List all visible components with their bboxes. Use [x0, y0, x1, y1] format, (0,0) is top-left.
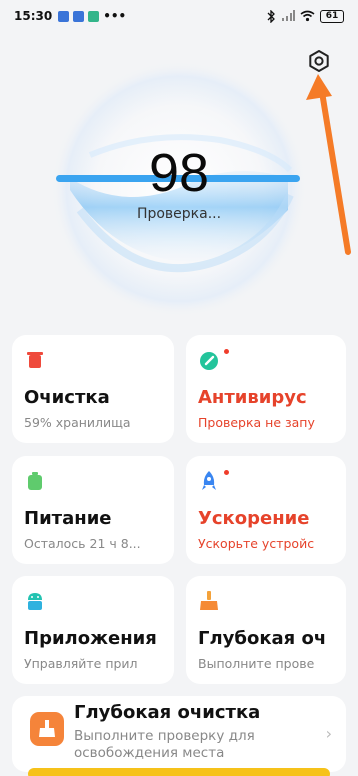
antivirus-card[interactable]: Антивирус Проверка не запу: [186, 335, 346, 443]
card-subtitle: Управляйте прил: [24, 656, 138, 671]
bluetooth-icon: [267, 9, 275, 23]
battery-icon: 61: [320, 9, 344, 23]
antivirus-icon: [200, 352, 218, 370]
alert-dot: [224, 349, 229, 354]
card-title: Ускорение: [198, 508, 310, 529]
card-subtitle: 59% хранилища: [24, 415, 131, 430]
wifi-icon: [300, 10, 315, 22]
deep-clean-card[interactable]: Глубокая оч Выполните прове: [186, 576, 346, 684]
card-title: Приложения: [24, 628, 157, 649]
status-bar: 15:30 ••• 61: [0, 0, 358, 32]
notification-app-icon: [58, 10, 70, 22]
deep-clean-banner[interactable]: Глубокая очистка Выполните проверку для …: [12, 696, 346, 772]
annotation-arrow-icon: [306, 74, 351, 255]
android-icon: [28, 593, 42, 610]
alert-dot: [224, 470, 229, 475]
card-title: Антивирус: [198, 387, 307, 408]
card-subtitle: Выполните прове: [198, 656, 315, 671]
status-time: 15:30: [14, 9, 53, 23]
card-title: Питание: [24, 508, 112, 529]
card-subtitle: Ускорьте устройс: [198, 536, 315, 551]
signal-icon: [282, 10, 295, 21]
notification-app-icon: [88, 10, 100, 22]
card-title: Очистка: [24, 387, 110, 408]
card-subtitle: Проверка не запу: [198, 415, 315, 430]
broom-icon: [39, 720, 55, 737]
banner-title: Глубокая очистка: [74, 702, 261, 723]
more-notifications-icon: •••: [103, 9, 127, 23]
deep-clean-icon: [30, 712, 64, 746]
broom-icon: [200, 591, 218, 610]
boost-card[interactable]: Ускорение Ускорьте устройс: [186, 456, 346, 564]
card-subtitle: Осталось 21 ч 8...: [24, 536, 141, 551]
notification-app-icon: [73, 10, 85, 22]
trash-icon: [27, 352, 43, 368]
battery-level-icon: [28, 472, 42, 490]
chevron-right-icon: ›: [325, 724, 332, 743]
apps-card[interactable]: Приложения Управляйте прил: [12, 576, 174, 684]
battery-card[interactable]: Питание Осталось 21 ч 8...: [12, 456, 174, 564]
banner-subtitle: Выполните проверку для освобождения мест…: [74, 728, 255, 761]
rocket-icon: [202, 471, 216, 490]
card-title: Глубокая оч: [198, 628, 327, 649]
cleanup-card[interactable]: Очистка 59% хранилища: [12, 335, 174, 443]
action-bar[interactable]: [28, 768, 330, 776]
